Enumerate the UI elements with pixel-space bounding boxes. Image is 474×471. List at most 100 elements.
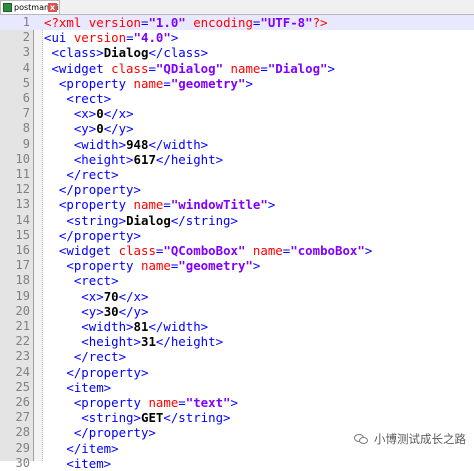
line-number: 12: [15, 182, 30, 197]
code-line[interactable]: 27 <string>GET</string>: [0, 410, 474, 425]
code-token: <height>: [44, 334, 141, 350]
code-token: <width>: [44, 319, 134, 334]
code-line[interactable]: 3 <class>Dialog</class>: [0, 45, 474, 60]
code-line[interactable]: 23 </rect>: [0, 349, 474, 364]
code-token: <width>: [44, 136, 127, 152]
code-line[interactable]: 4 <widget class="QDialog" name="Dialog">: [0, 61, 474, 76]
code-token: class: [111, 60, 149, 76]
code-line[interactable]: 13 <property name="windowTitle">: [0, 197, 474, 212]
code-line[interactable]: 14 <string>Dialog</string>: [0, 213, 474, 228]
line-number: 14: [15, 212, 30, 227]
code-token: </property>: [44, 425, 156, 441]
code-line[interactable]: 5 <property name="geometry">: [0, 76, 474, 91]
code-text: <rect>: [44, 273, 119, 288]
code-token: </y>: [118, 303, 149, 319]
code-token: version: [73, 30, 127, 46]
code-line[interactable]: 1 <?xml version="1.0" encoding="UTF-8"?>: [0, 15, 474, 31]
line-number: 7: [22, 106, 30, 121]
code-line[interactable]: 24 </property>: [0, 365, 474, 380]
code-text: <x>0</x>: [44, 106, 134, 121]
code-token: <item>: [44, 379, 112, 395]
code-token: <?xml: [44, 15, 89, 30]
code-line[interactable]: 10 <height>617</height>: [0, 152, 474, 167]
code-token: <ui: [44, 30, 74, 46]
code-token: name: [245, 243, 283, 258]
code-token: <string>: [44, 410, 141, 426]
line-number: 26: [15, 395, 30, 409]
code-editor[interactable]: 1 <?xml version="1.0" encoding="UTF-8"?> 2…: [0, 15, 474, 471]
code-text: <item>: [44, 456, 111, 471]
code-token: </x>: [118, 288, 149, 304]
code-text: <property name="windowTitle">: [44, 197, 275, 212]
code-line[interactable]: 12 </property>: [0, 182, 474, 197]
code-text: </property>: [44, 182, 141, 197]
code-line[interactable]: 26 <property name="text">: [0, 395, 474, 410]
code-text: <class>Dialog</class>: [44, 45, 208, 60]
code-line[interactable]: 25 <item>: [0, 380, 474, 395]
code-token: </string>: [163, 410, 231, 426]
code-text: <height>617</height>: [44, 152, 223, 167]
code-token: "geometry": [178, 258, 253, 274]
line-number: 18: [15, 273, 30, 288]
code-text: <property name="geometry">: [44, 76, 253, 91]
code-line[interactable]: 16 <widget class="QComboBox" name="combo…: [0, 243, 474, 258]
code-token: 617: [133, 151, 156, 167]
tab-bar: postman.ui x: [0, 0, 474, 15]
code-token: </y>: [103, 121, 134, 137]
code-line[interactable]: 6 <rect>: [0, 91, 474, 106]
code-text: <rect>: [44, 91, 111, 106]
code-text: <widget class="QDialog" name="Dialog">: [44, 61, 335, 76]
line-number: 5: [22, 75, 30, 90]
code-text: </property>: [44, 365, 148, 380]
line-number: 10: [15, 151, 30, 166]
line-number: 1: [22, 15, 30, 29]
code-line[interactable]: 11 </rect>: [0, 167, 474, 182]
code-token: name: [140, 258, 171, 274]
code-line[interactable]: 7 <x>0</x>: [0, 106, 474, 121]
line-number: 17: [15, 258, 30, 273]
tab-postman-ui[interactable]: postman.ui x: [0, 0, 60, 14]
code-line[interactable]: 2 <ui version="4.0">: [0, 30, 474, 45]
code-token: </height>: [155, 334, 224, 350]
code-token: =: [178, 395, 186, 410]
code-line[interactable]: 19 <x>70</x>: [0, 289, 474, 304]
line-number: 4: [22, 60, 30, 75]
code-token: encoding: [185, 15, 253, 30]
code-line[interactable]: 17 <property name="geometry">: [0, 258, 474, 273]
code-token: <item>: [44, 455, 112, 471]
code-line[interactable]: 30 <item>: [0, 456, 474, 471]
code-text: <ui version="4.0">: [44, 30, 178, 45]
code-token: </rect>: [44, 349, 127, 365]
code-line[interactable]: 9 <width>948</width>: [0, 137, 474, 152]
code-token: >: [252, 258, 261, 274]
line-number: 3: [22, 45, 30, 60]
code-text: <height>31</height>: [44, 334, 223, 349]
code-token: "1.0": [148, 15, 186, 30]
code-line[interactable]: 20 <y>30</y>: [0, 304, 474, 319]
code-token: <string>: [44, 212, 127, 228]
code-line[interactable]: 18 <rect>: [0, 273, 474, 288]
line-number: 15: [15, 227, 30, 242]
code-line[interactable]: 8 <y>0</y>: [0, 121, 474, 136]
code-token: <rect>: [44, 273, 119, 289]
code-token: "Dialog": [267, 60, 328, 76]
code-line[interactable]: 21 <width>81</width>: [0, 319, 474, 334]
code-line[interactable]: 22 <height>31</height>: [0, 334, 474, 349]
code-token: >: [170, 30, 179, 46]
code-token: >: [267, 197, 276, 213]
watermark-text: 小博测试成长之路: [374, 432, 466, 446]
line-number: 21: [15, 319, 30, 333]
line-number: 8: [22, 121, 30, 136]
code-token: "text": [185, 395, 231, 410]
code-token: "4.0": [133, 30, 171, 46]
close-tab-icon[interactable]: x: [48, 3, 57, 12]
code-token: <widget: [44, 60, 112, 76]
code-token: </x>: [103, 106, 134, 122]
code-line[interactable]: 15 </property>: [0, 228, 474, 243]
code-token: 31: [140, 334, 156, 350]
code-text: <x>70</x>: [44, 289, 148, 304]
code-token: 0: [96, 121, 104, 137]
watermark: 小博测试成长之路: [354, 431, 466, 447]
code-token: 948: [126, 136, 149, 152]
line-number: 25: [15, 379, 30, 394]
